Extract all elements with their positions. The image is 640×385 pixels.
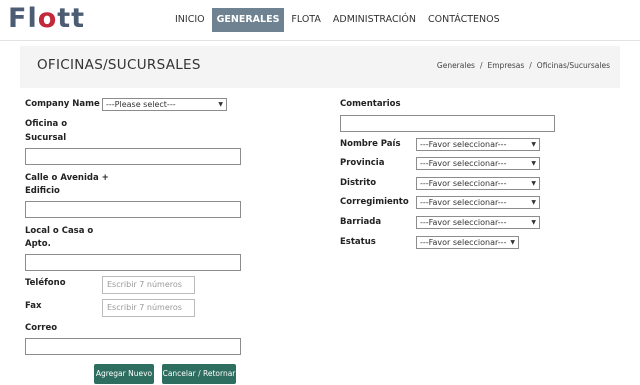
cancel-button[interactable]: Cancelar / Retornar <box>162 364 236 384</box>
company-name-label: Company Name <box>25 99 100 109</box>
provincia-label: Provincia <box>340 158 385 168</box>
chevron-down-icon: ▼ <box>531 219 536 226</box>
breadcrumb-oficinas: Oficinas/Sucursales <box>536 61 610 70</box>
nav-item-inicio[interactable]: INICIO <box>170 8 210 32</box>
fax-input[interactable]: Escribir 7 números <box>102 299 195 317</box>
comentarios-label: Comentarios <box>340 99 401 109</box>
estatus-label: Estatus <box>340 237 376 247</box>
chevron-down-icon: ▼ <box>510 239 515 246</box>
oficina-input[interactable] <box>25 148 241 165</box>
barriada-select[interactable]: ---Favor seleccionar--- ▼ <box>416 216 540 229</box>
provincia-select[interactable]: ---Favor seleccionar--- ▼ <box>416 157 540 170</box>
chevron-down-icon: ▼ <box>218 101 223 108</box>
fax-label: Fax <box>25 301 42 311</box>
breadcrumb: Generales / Empresas / Oficinas/Sucursal… <box>437 61 610 70</box>
main-nav: INICIO GENERALES FLOTA ADMINISTRACIÓN CO… <box>170 8 507 32</box>
nombre-pais-label: Nombre País <box>340 139 401 149</box>
breadcrumb-empresas[interactable]: Empresas <box>488 61 525 70</box>
add-new-button[interactable]: Agregar Nuevo <box>94 364 154 384</box>
company-name-select[interactable]: ---Please select--- ▼ <box>102 98 227 111</box>
chevron-down-icon: ▼ <box>531 180 536 187</box>
local-label-line2: Apto. <box>25 239 51 249</box>
logo-text-part1: Fl <box>8 3 38 34</box>
local-input[interactable] <box>25 254 241 271</box>
nav-item-flota[interactable]: FLOTA <box>286 8 325 32</box>
logo-text-part2: o <box>37 3 58 34</box>
corregimiento-select[interactable]: ---Favor seleccionar--- ▼ <box>416 196 540 209</box>
chevron-down-icon: ▼ <box>531 199 536 206</box>
correo-label: Correo <box>25 323 58 333</box>
distrito-label: Distrito <box>340 178 377 188</box>
company-name-select-value: ---Please select--- <box>106 100 176 109</box>
breadcrumb-separator: / <box>529 61 532 70</box>
nav-item-generales[interactable]: GENERALES <box>211 8 285 32</box>
barriada-label: Barriada <box>340 217 382 227</box>
provincia-select-value: ---Favor seleccionar--- <box>420 159 507 168</box>
nav-item-contactenos[interactable]: CONTÁCTENOS <box>423 8 505 32</box>
header-divider <box>0 40 640 41</box>
nombre-pais-select[interactable]: ---Favor seleccionar--- ▼ <box>416 138 540 151</box>
distrito-select[interactable]: ---Favor seleccionar--- ▼ <box>416 177 540 190</box>
estatus-select[interactable]: ---Favor seleccionar--- ▼ <box>416 236 519 249</box>
correo-input[interactable] <box>25 338 241 355</box>
chevron-down-icon: ▼ <box>531 141 536 148</box>
brand-logo[interactable]: Flott <box>8 4 85 34</box>
nombre-pais-select-value: ---Favor seleccionar--- <box>420 140 507 149</box>
nav-item-administracion[interactable]: ADMINISTRACIÓN <box>328 8 421 32</box>
telefono-input[interactable]: Escribir 7 números <box>102 276 195 294</box>
barriada-select-value: ---Favor seleccionar--- <box>420 218 507 227</box>
chevron-down-icon: ▼ <box>531 160 536 167</box>
page-title: OFICINAS/SUCURSALES <box>37 57 201 73</box>
calle-label-line2: Edificio <box>25 186 60 196</box>
estatus-select-value: ---Favor seleccionar--- <box>420 238 507 247</box>
oficina-label-line2: Sucursal <box>25 133 67 143</box>
telefono-label: Teléfono <box>25 278 66 288</box>
breadcrumb-generales[interactable]: Generales <box>437 61 475 70</box>
breadcrumb-separator: / <box>479 61 483 70</box>
corregimiento-label: Corregimiento <box>340 197 409 207</box>
corregimiento-select-value: ---Favor seleccionar--- <box>420 198 507 207</box>
comentarios-input[interactable] <box>340 115 555 132</box>
calle-input[interactable] <box>25 201 241 218</box>
logo-text-part3: tt <box>57 3 86 34</box>
distrito-select-value: ---Favor seleccionar--- <box>420 179 507 188</box>
